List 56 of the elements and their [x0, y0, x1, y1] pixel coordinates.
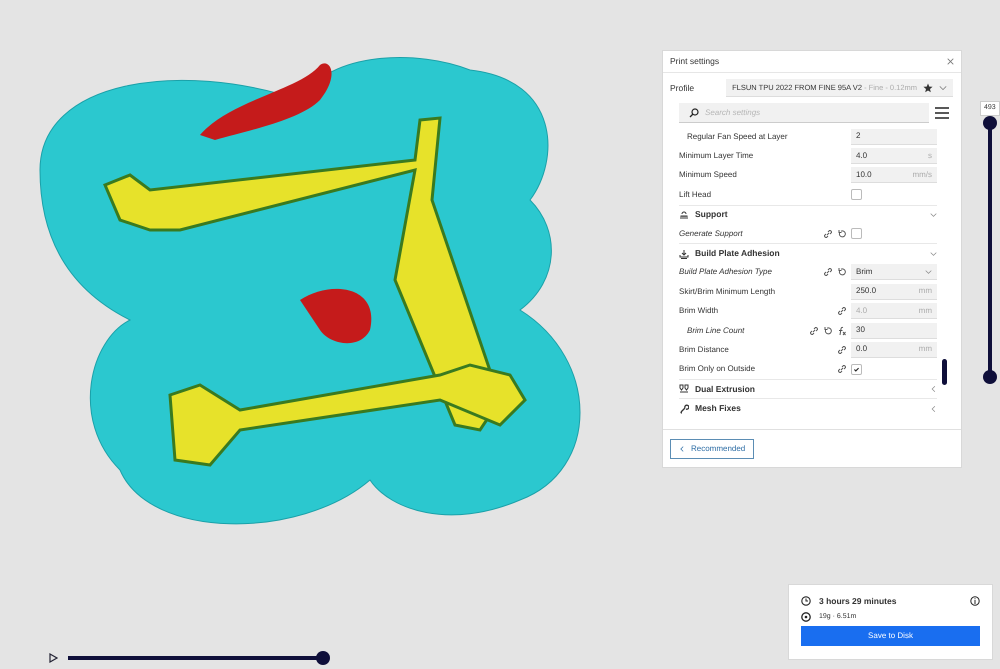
- profile-label: Profile: [670, 82, 696, 94]
- link-icon[interactable]: [837, 344, 847, 355]
- setting-label: Brim Distance: [679, 344, 730, 356]
- chevron-left-icon[interactable]: [930, 404, 937, 414]
- download-tray-icon: [679, 248, 689, 259]
- wrench-icon: [679, 404, 689, 414]
- setting-label: Minimum Layer Time: [679, 150, 754, 162]
- category-header[interactable]: Build Plate Adhesion: [679, 243, 937, 263]
- setting-label: Minimum Speed: [679, 169, 738, 182]
- category-header[interactable]: Mesh Fixes: [679, 398, 937, 418]
- checkbox[interactable]: [851, 364, 862, 375]
- setting-label: Brim Only on Outside: [679, 363, 756, 376]
- close-icon[interactable]: [947, 58, 954, 65]
- setting-label: Build Plate Adhesion Type: [679, 266, 773, 278]
- clock-icon: [801, 596, 811, 606]
- setting-label: Skirt/Brim Minimum Length: [679, 286, 776, 298]
- input-field[interactable]: 10.0 mm/s: [851, 167, 937, 184]
- dropdown[interactable]: Brim: [851, 264, 937, 280]
- setting-label: Brim Line Count: [687, 324, 746, 337]
- save-to-disk-button[interactable]: Save to Disk: [801, 626, 980, 646]
- checkbox[interactable]: [851, 189, 862, 200]
- recommended-button[interactable]: Recommended: [670, 438, 754, 458]
- dual-nozzle-icon: [679, 384, 689, 394]
- input-field[interactable]: 0.0 mm: [851, 342, 937, 358]
- info-icon[interactable]: [970, 596, 980, 606]
- menu-icon[interactable]: [935, 107, 949, 119]
- scrollbar[interactable]: [942, 359, 947, 385]
- search-field[interactable]: Search settings: [679, 103, 929, 123]
- link-icon[interactable]: [823, 267, 833, 278]
- print-time: 3 hours 29 minutes: [819, 595, 898, 608]
- panel-title: Print settings: [670, 55, 720, 68]
- chevron-left-icon[interactable]: [930, 384, 937, 394]
- input-field[interactable]: 4.0 s: [851, 148, 937, 164]
- input-field[interactable]: 2: [851, 128, 937, 145]
- layer-slider-handle[interactable]: [983, 370, 997, 384]
- setting-label: Lift Head: [679, 188, 712, 201]
- layer-slider-handle[interactable]: [983, 116, 997, 130]
- reset-icon[interactable]: [837, 267, 847, 278]
- playback-slider-handle[interactable]: [316, 651, 330, 665]
- category-header[interactable]: Dual Extrusion: [679, 379, 937, 398]
- setting-label: Regular Fan Speed at Layer: [687, 130, 789, 143]
- checkmark-icon: [853, 366, 860, 373]
- checkbox[interactable]: [851, 228, 862, 240]
- chevron-left-icon: [679, 444, 685, 454]
- setting-label: Generate Support: [679, 228, 744, 240]
- input-field[interactable]: 250.0 mm: [851, 284, 937, 300]
- play-icon[interactable]: [49, 653, 58, 663]
- setting-label: Brim Width: [679, 305, 720, 318]
- link-icon[interactable]: [823, 228, 833, 239]
- support-icon: [679, 210, 689, 220]
- link-icon[interactable]: [837, 364, 847, 374]
- search-icon: [689, 108, 699, 118]
- reset-icon[interactable]: [837, 228, 847, 239]
- spool-icon: [801, 612, 811, 622]
- category-header[interactable]: Support: [679, 204, 937, 224]
- star-icon[interactable]: [923, 82, 933, 92]
